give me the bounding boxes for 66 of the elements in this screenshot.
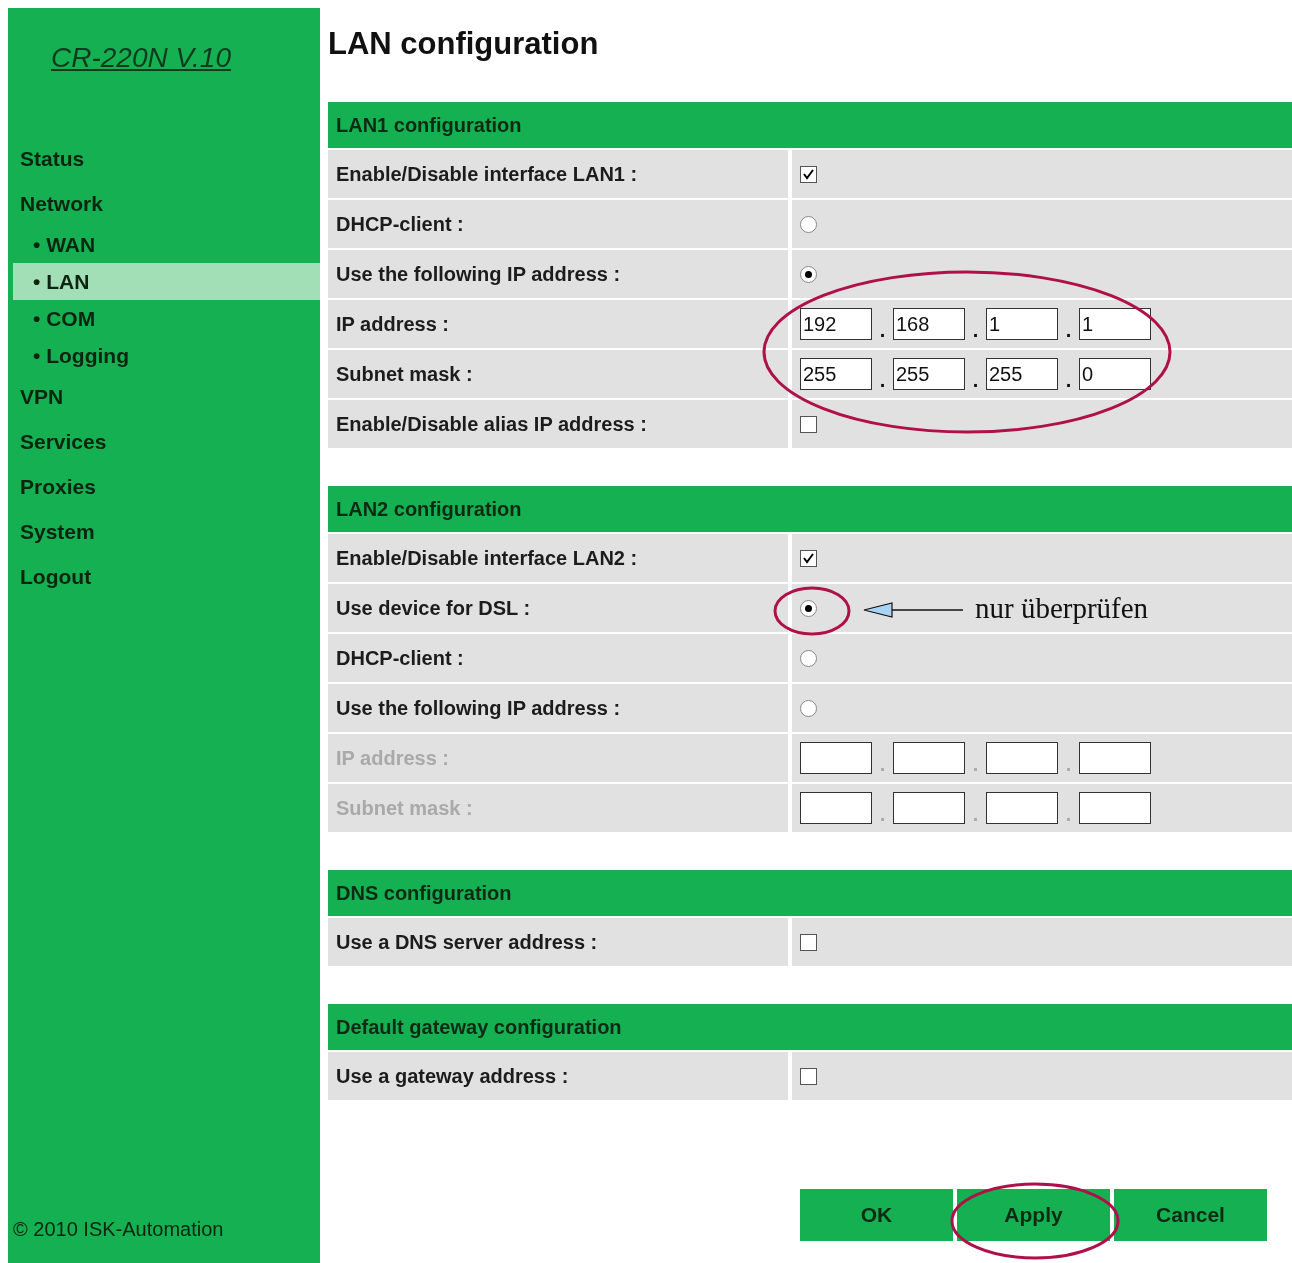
checkbox[interactable]	[800, 549, 817, 567]
section-header: LAN1 configuration	[328, 102, 1292, 148]
ip-octet-field[interactable]: 192	[800, 308, 872, 340]
field-label: Use the following IP address :	[328, 250, 788, 298]
ip-separator: .	[971, 319, 980, 343]
nav-subitem[interactable]: • WAN	[13, 226, 320, 263]
nav-item[interactable]: Proxies	[13, 464, 320, 509]
nav-subitem[interactable]: • LAN	[13, 263, 320, 300]
section-header: LAN2 configuration	[328, 486, 1292, 532]
ip-separator: .	[1064, 369, 1073, 393]
field-label: Use a gateway address :	[328, 1052, 788, 1100]
field-label: IP address :	[328, 300, 788, 348]
logo-link[interactable]: CR-220N V.10	[51, 42, 231, 74]
field-label: Enable/Disable interface LAN1 :	[328, 150, 788, 198]
ip-octet-field[interactable]: 168	[893, 308, 965, 340]
nav-subitem[interactable]: • COM	[13, 300, 320, 337]
ip-octet-field[interactable]: 255	[800, 358, 872, 390]
field-label: IP address :	[328, 734, 788, 782]
field-label: DHCP-client :	[328, 634, 788, 682]
field-label: Subnet mask :	[328, 350, 788, 398]
nav-item[interactable]: Status	[13, 136, 320, 181]
ip-separator: .	[878, 369, 887, 393]
nav-subitem[interactable]: • Logging	[13, 337, 320, 374]
section-header: DNS configuration	[328, 870, 1292, 916]
checkbox[interactable]	[800, 165, 817, 183]
nav-item[interactable]: Network	[13, 181, 320, 226]
action-button[interactable]: OK	[800, 1189, 953, 1241]
ip-separator: .	[878, 753, 887, 777]
radio-button[interactable]	[800, 599, 817, 617]
ip-separator: .	[1064, 319, 1073, 343]
field-label: Subnet mask :	[328, 784, 788, 832]
field-label: Enable/Disable interface LAN2 :	[328, 534, 788, 582]
ip-octet-field[interactable]: 255	[893, 358, 965, 390]
checkbox[interactable]	[800, 415, 817, 433]
field-label: Use device for DSL :	[328, 584, 788, 632]
nav-item[interactable]: System	[13, 509, 320, 554]
field-label: Use the following IP address :	[328, 684, 788, 732]
ip-separator: .	[878, 803, 887, 827]
ip-octet-field[interactable]: 255	[986, 358, 1058, 390]
ip-separator: .	[1064, 803, 1073, 827]
ip-separator: .	[971, 753, 980, 777]
ip-separator: .	[878, 319, 887, 343]
action-button[interactable]: Cancel	[1114, 1189, 1267, 1241]
ip-octet-field[interactable]: 0	[1079, 358, 1151, 390]
radio-button[interactable]	[800, 699, 817, 717]
radio-button[interactable]	[800, 215, 817, 233]
radio-button[interactable]	[800, 265, 817, 283]
checkbox[interactable]	[800, 933, 817, 951]
section-header: Default gateway configuration	[328, 1004, 1292, 1050]
field-label: Enable/Disable alias IP address :	[328, 400, 788, 448]
nav-item[interactable]: Services	[13, 419, 320, 464]
field-label: Use a DNS server address :	[328, 918, 788, 966]
annotation-note: nur überprüfen	[975, 592, 1149, 625]
radio-button[interactable]	[800, 649, 817, 667]
page-title: LAN configuration	[328, 26, 600, 63]
checkbox[interactable]	[800, 1067, 817, 1085]
nav-item[interactable]: VPN	[13, 374, 320, 419]
ip-octet-field[interactable]: 1	[986, 308, 1058, 340]
field-label: DHCP-client :	[328, 200, 788, 248]
ip-separator: .	[1064, 753, 1073, 777]
ip-separator: .	[971, 369, 980, 393]
copyright-text: © 2010 ISK-Automation	[12, 1218, 225, 1241]
nav-item[interactable]: Logout	[13, 554, 320, 599]
ip-octet-field[interactable]: 1	[1079, 308, 1151, 340]
ip-separator: .	[971, 803, 980, 827]
action-button[interactable]: Apply	[957, 1189, 1110, 1241]
